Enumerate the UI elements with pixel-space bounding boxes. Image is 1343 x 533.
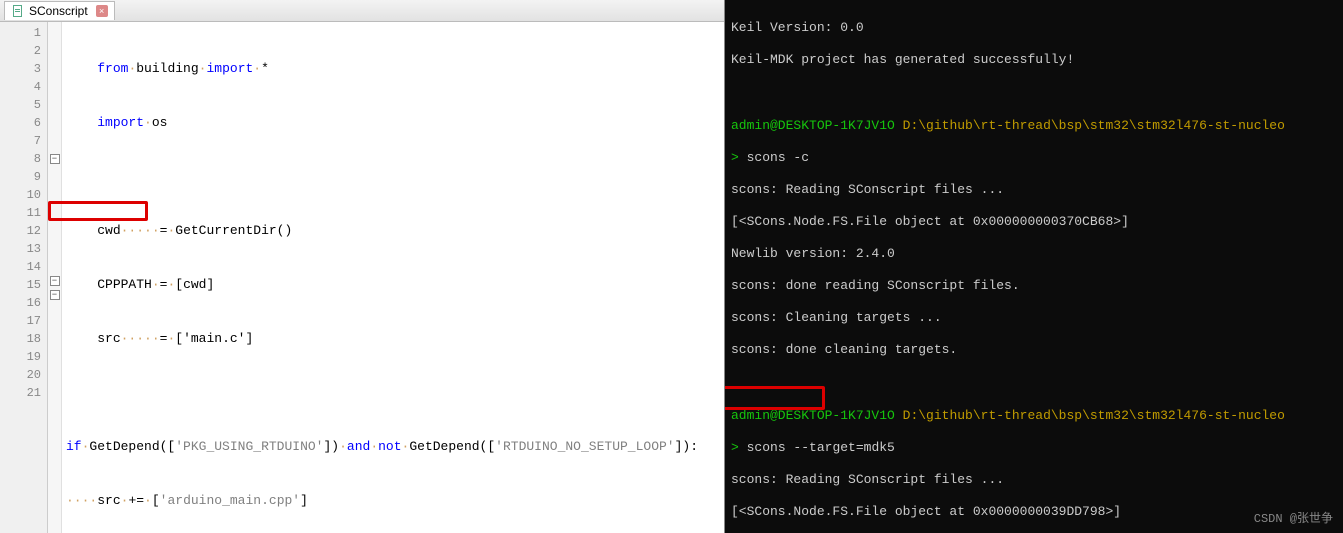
fold-column: − − −	[48, 22, 62, 533]
highlight-box-print	[48, 201, 148, 221]
term-line: scons: done cleaning targets.	[731, 342, 1337, 358]
line-number: 5	[2, 96, 41, 114]
fold-icon[interactable]: −	[50, 154, 60, 164]
tab-label: SConscript	[29, 4, 88, 18]
line-number: 16	[2, 294, 41, 312]
watermark: CSDN @张世争	[1254, 511, 1333, 527]
file-icon	[11, 4, 25, 18]
line-number: 4	[2, 78, 41, 96]
line-number: 11	[2, 204, 41, 222]
fold-icon[interactable]: −	[50, 290, 60, 300]
term-line: Keil-MDK project has generated successfu…	[731, 52, 1337, 68]
terminal-pane[interactable]: Keil Version: 0.0 Keil-MDK project has g…	[725, 0, 1343, 533]
line-number: 7	[2, 132, 41, 150]
term-line: Newlib version: 2.4.0	[731, 246, 1337, 262]
line-number: 17	[2, 312, 41, 330]
code-area[interactable]: 1 2 3 4 5 6 7 8 9 10 11 12 13 14 15 16 1…	[0, 22, 724, 533]
term-cmd: > scons --target=mdk5	[731, 440, 1337, 456]
fold-icon[interactable]: −	[50, 276, 60, 286]
line-number: 12	[2, 222, 41, 240]
code-content[interactable]: from·building·import·* import·os cwd····…	[62, 22, 724, 533]
line-number: 21	[2, 384, 41, 402]
tab-sconscript[interactable]: SConscript ×	[4, 1, 115, 20]
line-number: 6	[2, 114, 41, 132]
term-prompt: admin@DESKTOP-1K7JV1O D:\github\rt-threa…	[731, 118, 1337, 134]
term-line: scons: Cleaning targets ...	[731, 310, 1337, 326]
close-icon[interactable]: ×	[96, 5, 108, 17]
line-number: 18	[2, 330, 41, 348]
term-line: scons: Reading SConscript files ...	[731, 182, 1337, 198]
line-number: 3	[2, 60, 41, 78]
line-number: 15	[2, 276, 41, 294]
term-line: scons: Reading SConscript files ...	[731, 472, 1337, 488]
line-number: 13	[2, 240, 41, 258]
editor-pane: SConscript × 1 2 3 4 5 6 7 8 9 10 11 12 …	[0, 0, 725, 533]
line-number: 20	[2, 366, 41, 384]
line-number: 9	[2, 168, 41, 186]
line-number: 2	[2, 42, 41, 60]
term-prompt: admin@DESKTOP-1K7JV1O D:\github\rt-threa…	[731, 408, 1337, 424]
term-line: [<SCons.Node.FS.File object at 0x0000000…	[731, 504, 1337, 520]
tab-bar: SConscript ×	[0, 0, 724, 22]
term-line: Keil Version: 0.0	[731, 20, 1337, 36]
term-cmd: > scons -c	[731, 150, 1337, 166]
line-number: 19	[2, 348, 41, 366]
line-number: 10	[2, 186, 41, 204]
term-line: scons: done reading SConscript files.	[731, 278, 1337, 294]
line-number: 1	[2, 24, 41, 42]
line-number: 8	[2, 150, 41, 168]
line-number: 14	[2, 258, 41, 276]
line-gutter: 1 2 3 4 5 6 7 8 9 10 11 12 13 14 15 16 1…	[0, 22, 48, 533]
term-line: [<SCons.Node.FS.File object at 0x0000000…	[731, 214, 1337, 230]
